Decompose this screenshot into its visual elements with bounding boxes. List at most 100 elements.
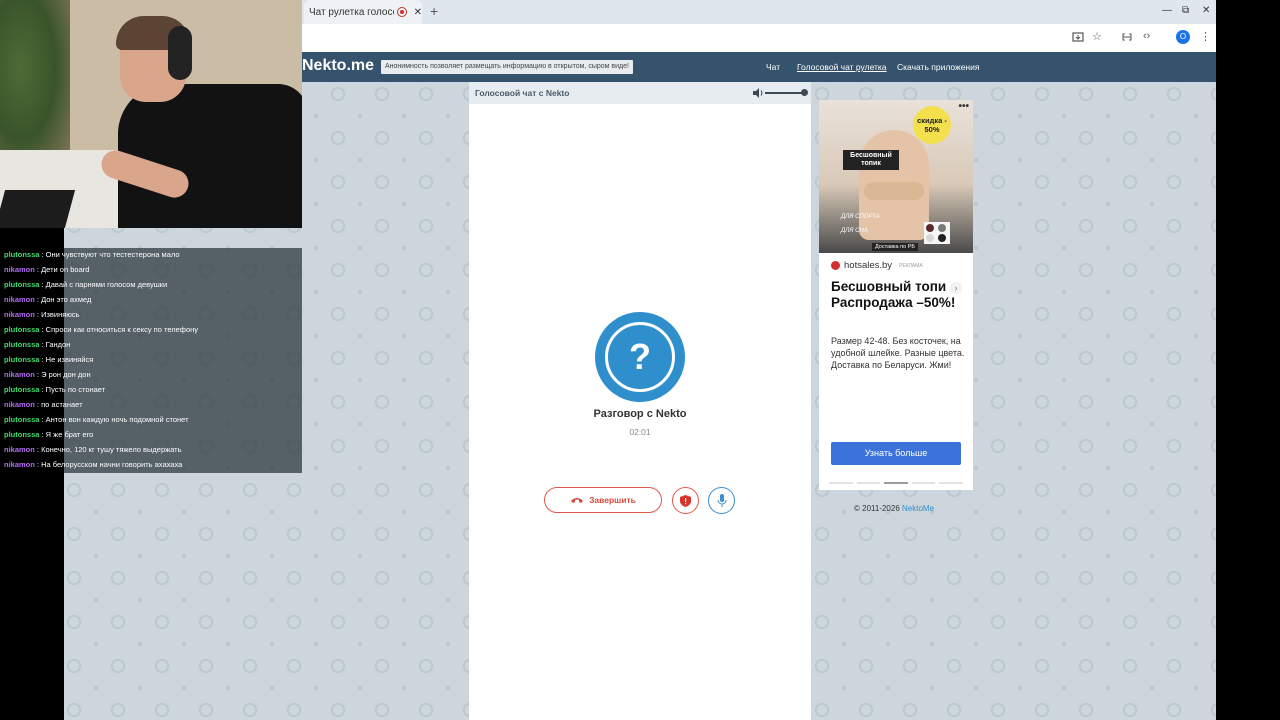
ad-checks: ДЛЯ СПОРТА ДЛЯ СНА — [841, 210, 880, 238]
ad-carousel-dot[interactable] — [884, 482, 908, 484]
ad-swatch — [926, 224, 934, 232]
chat-message: plutonssa : Я же брат его — [0, 428, 302, 442]
microphone-button[interactable] — [708, 487, 735, 514]
ad-cta-button[interactable]: Узнать больше — [831, 442, 961, 465]
ad-carousel-dot[interactable] — [911, 482, 936, 484]
chat-message: plutonssa : Не извиняйся — [0, 353, 302, 367]
chat-username: plutonssa — [4, 385, 40, 394]
minimize-icon[interactable]: — — [1162, 5, 1172, 16]
hang-up-icon — [571, 498, 584, 503]
ad-options-icon[interactable]: ••• — [958, 101, 969, 112]
tab-title: Чат рулетка голосовой — [309, 6, 394, 18]
bookmark-star-icon[interactable]: ☆ — [1092, 30, 1102, 43]
webcam-keyboard — [0, 190, 76, 228]
site-logo[interactable]: Nekto.me — [302, 57, 374, 75]
volume-slider-handle[interactable] — [801, 89, 808, 96]
chat-text: : Дети on board — [34, 265, 90, 274]
ad-headline-line1: Бесшовный топи — [831, 279, 947, 294]
ad-brand-logo-icon — [831, 261, 840, 270]
tab-close-icon[interactable]: ✕ — [414, 7, 422, 18]
chat-text: : Конечно, 120 кг тушу тяжело выдержать — [34, 445, 182, 454]
chat-username: plutonssa — [4, 325, 40, 334]
chat-username: plutonssa — [4, 250, 40, 259]
ad-headline-line2: Распродажа –50%! — [831, 295, 956, 310]
chat-message: plutonssa : Давай с парнями голосом деву… — [0, 278, 302, 292]
ad-delivery-label: Доставка по РБ — [872, 243, 918, 251]
menu-icon[interactable]: ⋮ — [1200, 30, 1211, 43]
microphone-icon — [717, 494, 726, 507]
window-close-icon[interactable]: ✕ — [1202, 5, 1210, 16]
ad-marker: РЕКЛАМА — [899, 262, 923, 269]
chat-message: nikamon : по астанает — [0, 398, 302, 412]
ad-check-sleep: ДЛЯ СНА — [841, 228, 868, 234]
chat-text: : Дон это ахмед — [34, 295, 92, 304]
chat-panel-title: Голосовой чат с Nekto — [475, 88, 570, 98]
nav-download-apps[interactable]: Скачать приложения — [897, 62, 979, 72]
chat-text: : Они чувствуют что тестестерона мало — [39, 250, 180, 259]
copyright-text: © 2011-2026 — [854, 504, 900, 513]
chat-text: : Гандон — [39, 340, 71, 349]
chat-username: nikamon — [4, 400, 35, 409]
ad-carousel-dot[interactable] — [939, 482, 963, 484]
ad-swatch — [926, 234, 934, 242]
chat-username: plutonssa — [4, 355, 40, 364]
new-tab-button[interactable]: + — [430, 3, 438, 19]
ad-brand-row[interactable]: hotsales.by РЕКЛАМА — [831, 260, 923, 271]
chat-username: plutonssa — [4, 340, 40, 349]
ad-swatch — [938, 234, 946, 242]
chat-message: plutonssa : Спроси как относиться к секс… — [0, 323, 302, 337]
chat-panel-header: Голосовой чат с Nekto — [469, 82, 811, 105]
conversation-title: Разговор с Nekto — [593, 408, 687, 420]
chat-message: nikamon : Конечно, 120 кг тушу тяжело вы… — [0, 443, 302, 457]
advertisement[interactable]: скидка - 50% Бесшовный топик ДЛЯ СПОРТА … — [819, 100, 973, 490]
ad-topic-label: Бесшовный топик — [843, 150, 899, 170]
nav-voice-chat[interactable]: Голосовой чат рулетка — [797, 62, 887, 72]
chat-message: plutonssa : Гандон — [0, 338, 302, 352]
profile-avatar[interactable]: O — [1176, 30, 1190, 44]
webcam-overlay — [0, 0, 302, 228]
restore-icon[interactable]: ⧉ — [1182, 5, 1189, 16]
chat-message: plutonssa : Антон вон каждую ночь подомн… — [0, 413, 302, 427]
ad-check-sport: ДЛЯ СПОРТА — [841, 214, 880, 220]
shield-icon — [680, 494, 691, 507]
companion-avatar: ? — [595, 312, 685, 402]
volume-slider[interactable] — [765, 92, 805, 94]
ad-carousel-dot[interactable] — [829, 482, 853, 484]
chat-text: : Антон вон каждую ночь подомной стонет — [39, 415, 189, 424]
chat-message: nikamon : Дети on board — [0, 263, 302, 277]
chat-text: : Спроси как относиться к сексу по телеф… — [39, 325, 199, 334]
question-mark-icon: ? — [605, 322, 675, 392]
chat-text: : по астанает — [34, 400, 83, 409]
volume-icon[interactable] — [752, 87, 764, 99]
chat-username: plutonssa — [4, 415, 40, 424]
chat-username: nikamon — [4, 460, 35, 469]
ad-image[interactable]: скидка - 50% Бесшовный топик ДЛЯ СПОРТА … — [819, 100, 973, 253]
chat-username: nikamon — [4, 445, 35, 454]
ad-next-arrow-icon[interactable]: › — [950, 282, 962, 294]
nav-chat[interactable]: Чат — [766, 62, 780, 72]
copyright: © 2011-2026 NektoMe — [854, 504, 934, 513]
chat-text: : Я же брат его — [39, 430, 94, 439]
ad-product-shape — [864, 182, 924, 200]
chat-text: : Давай с парнями голосом девушки — [39, 280, 168, 289]
footer-link[interactable]: NektoMe — [902, 504, 934, 513]
code-icon[interactable]: ‹› — [1143, 30, 1150, 42]
chat-message: nikamon : Дон это ахмед — [0, 293, 302, 307]
chat-username: nikamon — [4, 295, 35, 304]
anonymity-notice: Анонимность позволяет размещать информац… — [381, 60, 633, 74]
recording-icon — [396, 7, 407, 17]
chat-text: : На белорусском начни говорить ахахаха — [34, 460, 183, 469]
end-call-button[interactable]: Завершить — [544, 487, 662, 513]
chat-text: : Пусть по стонает — [39, 385, 106, 394]
chat-message: plutonssa : Пусть по стонает — [0, 383, 302, 397]
ad-carousel-dot[interactable] — [856, 482, 881, 484]
share-link-icon[interactable] — [1121, 31, 1133, 43]
webcam-person-torso — [118, 84, 302, 228]
install-app-icon[interactable] — [1072, 31, 1084, 43]
chat-message: nikamon : Извиняюсь — [0, 308, 302, 322]
browser-tab-bar: Чат рулетка голосовой ✕ + — ⧉ ✕ — [300, 0, 1216, 24]
report-button[interactable] — [672, 487, 699, 514]
stream-chat: plutonssa : Они чувствуют что тестестеро… — [0, 248, 302, 473]
browser-tab[interactable]: Чат рулетка голосовой ✕ — [304, 0, 422, 24]
address-bar[interactable]: ☆ ‹› O ⋮ — [300, 24, 1216, 53]
